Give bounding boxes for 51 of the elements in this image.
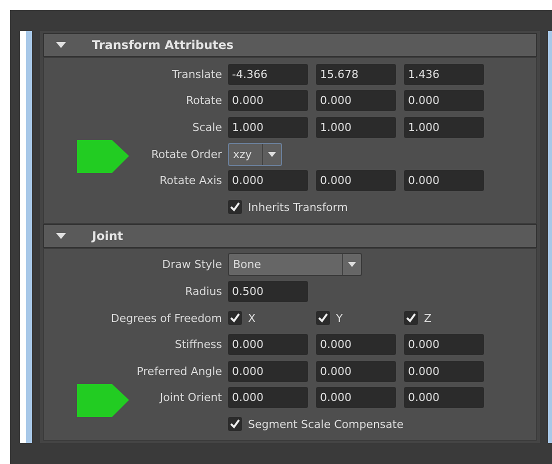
field-label: Degrees of Freedom — [110, 312, 222, 325]
field-label: Stiffness — [174, 338, 222, 352]
checkbox[interactable] — [228, 311, 242, 326]
checkbox[interactable] — [228, 417, 242, 432]
number-field[interactable]: 0.000 — [316, 90, 396, 112]
number-field[interactable]: 1.000 — [228, 116, 308, 138]
dropdown[interactable]: Bone — [228, 253, 362, 276]
number-field[interactable]: 1.436 — [404, 64, 484, 85]
field-label: Rotate — [186, 94, 222, 108]
number-field[interactable]: 0.000 — [228, 90, 308, 112]
number-field[interactable]: 0.000 — [228, 387, 308, 408]
number-field[interactable]: 0.000 — [404, 90, 484, 112]
number-field[interactable]: 0.000 — [404, 387, 484, 408]
caret-icon — [348, 262, 356, 268]
section-header[interactable]: Joint — [43, 224, 537, 248]
checkbox[interactable] — [404, 311, 418, 326]
collapse-triangle-icon — [56, 232, 66, 239]
number-field[interactable]: 0.000 — [404, 170, 484, 192]
dropdown[interactable]: xzy — [228, 142, 282, 166]
field-label: Rotate Axis — [160, 174, 222, 188]
number-field[interactable]: 0.000 — [316, 334, 396, 356]
checkbox-label: Inherits Transform — [248, 200, 348, 214]
checkbox[interactable] — [316, 311, 330, 326]
number-field[interactable]: 0.000 — [404, 360, 484, 382]
field-label: Rotate Order — [151, 148, 222, 161]
field-label: Translate — [172, 68, 222, 81]
field-label: Preferred Angle — [136, 364, 222, 378]
number-field[interactable]: 0.000 — [316, 387, 396, 408]
section-header[interactable]: Transform Attributes — [43, 33, 537, 57]
checkbox-label: Z — [424, 312, 432, 325]
checkbox-label: Y — [336, 312, 343, 325]
number-field[interactable]: 0.000 — [316, 170, 396, 192]
number-field[interactable]: 1.000 — [404, 116, 484, 138]
number-field[interactable]: 0.500 — [228, 280, 308, 302]
field-label: Scale — [192, 120, 222, 134]
checkbox-label: Segment Scale Compensate — [248, 418, 404, 431]
collapse-triangle-icon — [56, 42, 66, 48]
number-field[interactable]: 0.000 — [316, 360, 396, 382]
caret-icon — [268, 152, 276, 157]
number-field[interactable]: -4.366 — [228, 64, 308, 85]
number-field[interactable]: 0.000 — [228, 360, 308, 382]
number-field[interactable]: 15.678 — [316, 64, 396, 85]
checkbox[interactable] — [228, 200, 242, 214]
number-field[interactable]: 0.000 — [404, 334, 484, 356]
number-field[interactable]: 0.000 — [228, 170, 308, 192]
field-label: Draw Style — [162, 258, 222, 272]
number-field[interactable]: 0.000 — [228, 334, 308, 356]
number-field[interactable]: 1.000 — [316, 116, 396, 138]
field-label: Joint Orient — [160, 391, 222, 404]
field-label: Radius — [185, 284, 222, 298]
checkbox-label: X — [248, 312, 256, 325]
